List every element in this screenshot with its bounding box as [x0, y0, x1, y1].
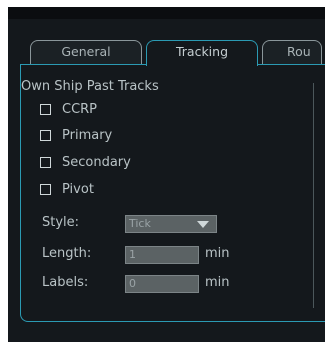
tab-tracking-label: Tracking	[175, 44, 229, 59]
window-top-bar	[8, 7, 325, 19]
ccrp-checkbox[interactable]	[40, 103, 51, 115]
length-input[interactable]: 1	[125, 246, 199, 264]
style-dropdown[interactable]: Tick	[125, 215, 217, 233]
section-title: Own Ship Past Tracks	[21, 79, 159, 94]
length-input-value: 1	[129, 248, 136, 261]
style-dropdown-value: Tick	[129, 217, 151, 230]
primary-checkbox[interactable]	[40, 129, 51, 141]
primary-label: Primary	[62, 127, 113, 143]
tab-strip: General Tracking Rou	[16, 40, 322, 68]
length-unit: min	[205, 246, 230, 261]
tab-route-label: Rou	[287, 44, 311, 59]
tab-tracking[interactable]: Tracking	[146, 40, 258, 66]
labels-unit: min	[205, 275, 230, 290]
pivot-checkbox[interactable]	[40, 183, 51, 195]
tab-general[interactable]: General	[30, 40, 142, 64]
labels-input[interactable]: 0	[125, 275, 199, 293]
tab-general-label: General	[61, 44, 111, 59]
ccrp-label: CCRP	[62, 101, 98, 117]
labels-input-value: 0	[129, 277, 136, 290]
dropdown-arrow-icon	[197, 221, 209, 228]
primary-checkbox-row[interactable]: Primary	[40, 127, 112, 143]
secondary-label: Secondary	[62, 154, 131, 170]
length-label: Length:	[42, 246, 92, 261]
pivot-label: Pivot	[62, 181, 94, 197]
tab-route[interactable]: Rou	[262, 40, 322, 64]
secondary-checkbox[interactable]	[40, 156, 51, 168]
panel-divider	[313, 83, 314, 308]
pivot-checkbox-row[interactable]: Pivot	[40, 181, 94, 197]
ccrp-checkbox-row[interactable]: CCRP	[40, 101, 97, 117]
style-label: Style:	[42, 215, 80, 230]
secondary-checkbox-row[interactable]: Secondary	[40, 154, 131, 170]
labels-label: Labels:	[42, 275, 89, 290]
